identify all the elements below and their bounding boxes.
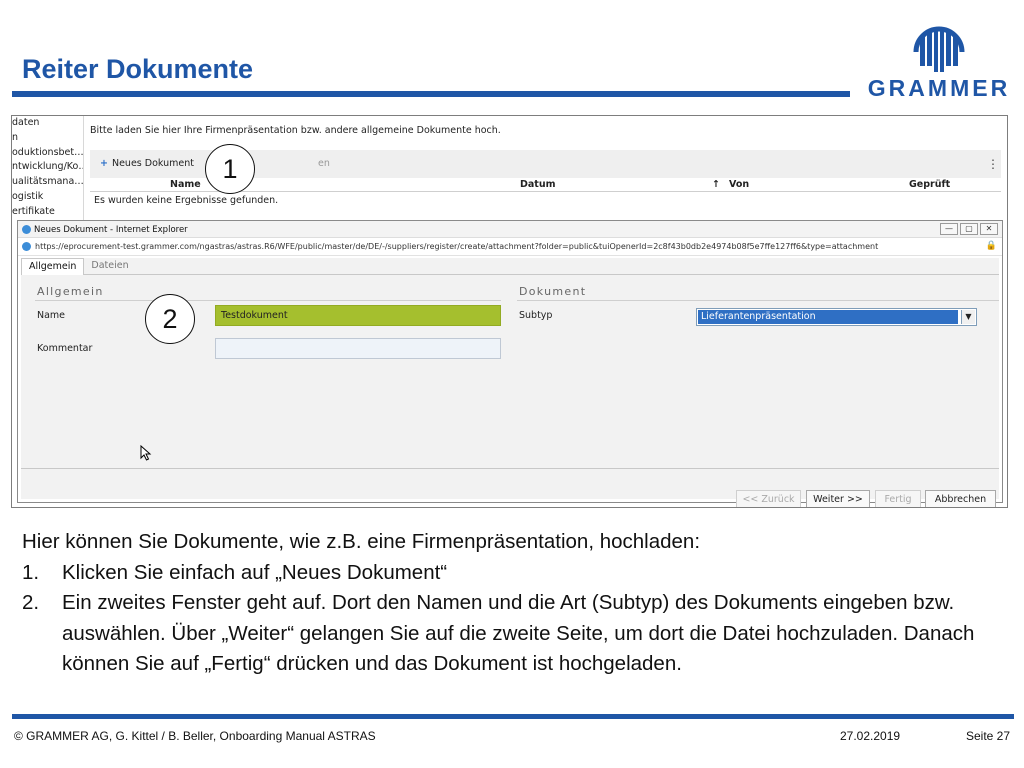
- logo-wordmark: GRAMMER: [867, 75, 1011, 101]
- subtype-selected-value: Lieferantenpräsentation: [698, 310, 958, 324]
- tab-divider: [21, 274, 999, 275]
- sidebar-item[interactable]: ualitätsmana…: [12, 175, 83, 190]
- cancel-button[interactable]: Abbrechen: [925, 490, 996, 507]
- instruction-step: 2. Ein zweites Fenster geht auf. Dort de…: [22, 588, 1012, 680]
- background-sidebar: daten n oduktionsbet… ntwicklung/Ko… ual…: [12, 116, 84, 220]
- step-text: Ein zweites Fenster geht auf. Dort den N…: [62, 591, 975, 675]
- section-document-rule: [517, 300, 999, 301]
- instruction-text: Hier können Sie Dokumente, wie z.B. eine…: [22, 527, 1012, 680]
- dialog-window-title: Neues Dokument - Internet Explorer: [34, 225, 188, 235]
- lock-icon[interactable]: 🔒: [986, 241, 997, 251]
- more-options-icon[interactable]: ⋮: [987, 157, 999, 171]
- back-button[interactable]: << Zurück: [736, 490, 801, 507]
- grammer-logo-mark: [913, 26, 965, 72]
- sidebar-item[interactable]: daten: [12, 116, 83, 131]
- address-bar[interactable]: https://eprocurement-test.grammer.com/ng…: [18, 238, 1002, 256]
- mouse-cursor-icon: [140, 445, 152, 461]
- footer-copyright: © GRAMMER AG, G. Kittel / B. Beller, Onb…: [14, 729, 376, 743]
- sidebar-item[interactable]: oduktionsbet…: [12, 146, 83, 161]
- finish-button[interactable]: Fertig: [875, 490, 921, 507]
- next-button[interactable]: Weiter >>: [806, 490, 870, 507]
- minimize-icon[interactable]: —: [940, 223, 958, 235]
- sidebar-item[interactable]: ogistik: [12, 190, 83, 205]
- address-url[interactable]: https://eprocurement-test.grammer.com/ng…: [35, 242, 878, 251]
- slide-title: Reiter Dokumente: [22, 54, 254, 84]
- instruction-steps: 1. Klicken Sie einfach auf „Neues Dokume…: [22, 558, 1012, 680]
- ie-icon: [22, 225, 31, 234]
- window-controls: — ▢ ✕: [940, 223, 998, 235]
- footer-page-number: Seite 27: [966, 729, 1011, 743]
- tab-files[interactable]: Dateien: [84, 258, 135, 275]
- maximize-icon[interactable]: ▢: [960, 223, 978, 235]
- subtype-select[interactable]: Lieferantenpräsentation ▼: [696, 308, 977, 326]
- new-document-label: Neues Dokument: [111, 158, 194, 169]
- name-input[interactable]: Testdokument: [215, 305, 501, 326]
- sidebar-item[interactable]: ertifikate: [12, 205, 83, 220]
- sort-arrow-icon[interactable]: ↑: [712, 179, 720, 190]
- truncated-toolbar-label[interactable]: en: [318, 158, 330, 169]
- callout-marker-1: 1: [205, 144, 255, 194]
- column-header-checked[interactable]: Geprüft: [909, 179, 950, 190]
- name-label: Name: [37, 310, 66, 321]
- upload-hint: Bitte laden Sie hier Ihre Firmenpräsenta…: [90, 125, 501, 136]
- plus-icon: +: [100, 158, 108, 169]
- instruction-step: 1. Klicken Sie einfach auf „Neues Dokume…: [22, 558, 1012, 589]
- footer-rule: [12, 714, 1014, 719]
- sidebar-item[interactable]: ntwicklung/Ko…: [12, 160, 83, 175]
- comment-input[interactable]: [215, 338, 501, 359]
- section-document-heading: Dokument: [519, 285, 587, 298]
- instruction-intro: Hier können Sie Dokumente, wie z.B. eine…: [22, 530, 701, 553]
- tab-general[interactable]: Allgemein: [21, 258, 85, 275]
- section-general-rule: [35, 300, 501, 301]
- section-general-heading: Allgemein: [37, 285, 104, 298]
- app-screenshot: daten n oduktionsbet… ntwicklung/Ko… ual…: [11, 115, 1008, 508]
- footer-date: 27.02.2019: [840, 729, 901, 743]
- step-number: 2.: [22, 591, 40, 614]
- step-text: Klicken Sie einfach auf „Neues Dokument“: [62, 560, 448, 584]
- dialog-tabs: Allgemein Dateien: [21, 258, 136, 275]
- column-header-date[interactable]: Datum: [520, 179, 556, 190]
- column-header-name[interactable]: Name: [170, 179, 201, 190]
- title-rule: [12, 91, 850, 97]
- column-header-from[interactable]: Von: [729, 179, 749, 190]
- dialog-titlebar[interactable]: Neues Dokument - Internet Explorer — ▢ ✕: [18, 221, 1002, 238]
- subtype-label: Subtyp: [519, 310, 553, 321]
- dialog-footer-rule: [21, 468, 999, 469]
- step-number: 1.: [22, 560, 40, 584]
- sidebar-item[interactable]: n: [12, 131, 83, 146]
- new-document-dialog: Neues Dokument - Internet Explorer — ▢ ✕…: [17, 220, 1003, 507]
- chevron-down-icon[interactable]: ▼: [961, 310, 975, 324]
- callout-marker-2: 2: [145, 294, 195, 344]
- comment-label: Kommentar: [37, 343, 93, 354]
- close-icon[interactable]: ✕: [980, 223, 998, 235]
- grammer-logo: GRAMMER: [860, 22, 1018, 104]
- empty-results-text: Es wurden keine Ergebnisse gefunden.: [94, 195, 279, 206]
- page-icon: [22, 242, 31, 251]
